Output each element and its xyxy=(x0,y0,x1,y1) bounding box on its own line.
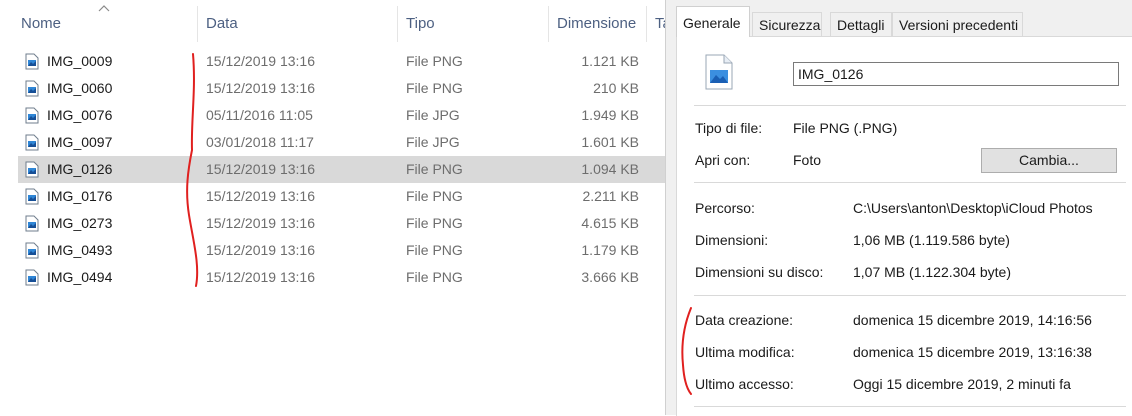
file-size: 1.601 KB xyxy=(581,134,639,150)
size-value: 1,06 MB (1.119.586 byte) xyxy=(853,232,1010,248)
column-header-row: Nome Data Tipo Dimensione Ta xyxy=(0,0,665,48)
change-app-button[interactable]: Cambia... xyxy=(981,148,1117,173)
column-divider[interactable] xyxy=(548,6,549,42)
png-file-icon xyxy=(25,53,39,70)
png-file-icon xyxy=(25,161,39,178)
file-name: IMG_0493 xyxy=(47,242,113,258)
file-row[interactable]: IMG_0097 03/01/2018 11:17 File JPG 1.601 KB xyxy=(18,129,665,156)
file-name: IMG_0176 xyxy=(47,188,113,204)
file-size: 1.949 KB xyxy=(581,107,639,123)
file-row[interactable]: IMG_0493 15/12/2019 13:16 File PNG 1.179 KB xyxy=(18,237,665,264)
column-divider[interactable] xyxy=(646,6,647,42)
modified-label: Ultima modifica: xyxy=(695,344,795,360)
file-size: 4.615 KB xyxy=(581,215,639,231)
tab-generale[interactable]: Generale xyxy=(676,6,750,37)
file-name: IMG_0097 xyxy=(47,134,113,150)
file-date: 15/12/2019 13:16 xyxy=(206,161,315,177)
file-row[interactable]: IMG_0009 15/12/2019 13:16 File PNG 1.121 KB xyxy=(18,48,665,75)
file-type: File JPG xyxy=(406,134,460,150)
file-name: IMG_0494 xyxy=(47,269,113,285)
file-date: 15/12/2019 13:16 xyxy=(206,80,315,96)
column-header-tags[interactable]: Ta xyxy=(655,15,665,32)
accessed-label: Ultimo accesso: xyxy=(695,376,794,392)
file-type: File PNG xyxy=(406,215,463,231)
file-size: 1.121 KB xyxy=(581,53,639,69)
file-name: IMG_0126 xyxy=(47,161,113,177)
properties-dialog: Generale Sicurezza Dettagli Versioni pre… xyxy=(665,0,1132,416)
tab-content-general: Tipo di file: File PNG (.PNG) Apri con: … xyxy=(676,36,1132,416)
created-value: domenica 15 dicembre 2019, 14:16:56 xyxy=(853,312,1092,328)
file-date: 15/12/2019 13:16 xyxy=(206,215,315,231)
open-with-label: Apri con: xyxy=(695,152,751,168)
file-date: 15/12/2019 13:16 xyxy=(206,188,315,204)
column-header-type[interactable]: Tipo xyxy=(406,15,435,32)
column-header-date[interactable]: Data xyxy=(206,15,238,32)
divider xyxy=(694,295,1126,296)
png-file-icon xyxy=(25,107,39,124)
path-value: C:\Users\anton\Desktop\iCloud Photos xyxy=(853,200,1093,216)
file-size: 210 KB xyxy=(593,80,639,96)
size-label: Dimensioni: xyxy=(695,232,769,248)
png-file-icon xyxy=(25,269,39,286)
file-name: IMG_0273 xyxy=(47,215,113,231)
annotation-bracket-attributes xyxy=(681,307,692,395)
file-size: 3.666 KB xyxy=(581,269,639,285)
column-divider[interactable] xyxy=(397,6,398,42)
file-list-view: Nome Data Tipo Dimensione Ta IMG_0009 15/… xyxy=(0,0,665,415)
png-file-icon xyxy=(25,80,39,97)
open-with-value: Foto xyxy=(793,152,822,168)
column-header-name[interactable]: Nome xyxy=(21,15,61,32)
file-row[interactable]: IMG_0126 15/12/2019 13:16 File PNG 1.094 KB xyxy=(18,156,665,183)
file-type-value: File PNG (.PNG) xyxy=(793,120,898,136)
divider xyxy=(694,182,1126,183)
filename-input[interactable] xyxy=(793,62,1119,86)
file-date: 05/11/2016 11:05 xyxy=(206,107,313,123)
file-type: File PNG xyxy=(406,161,463,177)
file-date: 15/12/2019 13:16 xyxy=(206,269,315,285)
file-name: IMG_0009 xyxy=(47,53,113,69)
file-type: File PNG xyxy=(406,188,463,204)
file-row[interactable]: IMG_0273 15/12/2019 13:16 File PNG 4.615 KB xyxy=(18,210,665,237)
file-size: 1.179 KB xyxy=(581,242,639,258)
file-size: 2.211 KB xyxy=(582,188,639,204)
png-file-icon xyxy=(25,215,39,232)
png-file-icon xyxy=(705,54,733,90)
tab-versioni-precedenti[interactable]: Versioni precedenti xyxy=(892,12,1023,36)
modified-value: domenica 15 dicembre 2019, 13:16:38 xyxy=(853,344,1092,360)
disk-size-label: Dimensioni su disco: xyxy=(695,264,824,280)
column-header-size[interactable]: Dimensione xyxy=(557,15,636,32)
divider xyxy=(694,406,1126,407)
sort-ascending-icon[interactable] xyxy=(97,2,111,14)
file-row[interactable]: IMG_0176 15/12/2019 13:16 File PNG 2.211 KB xyxy=(18,183,665,210)
accessed-value: Oggi 15 dicembre 2019, 2 minuti fa xyxy=(853,376,1071,392)
file-name: IMG_0076 xyxy=(47,107,113,123)
file-date: 15/12/2019 13:16 xyxy=(206,53,315,69)
file-row[interactable]: IMG_0494 15/12/2019 13:16 File PNG 3.666 KB xyxy=(18,264,665,291)
file-type: File PNG xyxy=(406,269,463,285)
tab-dettagli[interactable]: Dettagli xyxy=(830,12,892,36)
file-date: 03/01/2018 11:17 xyxy=(206,134,314,150)
file-type-label: Tipo di file: xyxy=(695,120,763,136)
divider xyxy=(694,105,1126,106)
file-row[interactable]: IMG_0076 05/11/2016 11:05 File JPG 1.949 KB xyxy=(18,102,665,129)
created-label: Data creazione: xyxy=(695,312,794,328)
file-type: File PNG xyxy=(406,242,463,258)
png-file-icon xyxy=(25,188,39,205)
png-file-icon xyxy=(25,242,39,259)
file-type: File PNG xyxy=(406,80,463,96)
file-type: File PNG xyxy=(406,53,463,69)
file-type: File JPG xyxy=(406,107,460,123)
column-divider[interactable] xyxy=(197,6,198,42)
file-name: IMG_0060 xyxy=(47,80,113,96)
path-label: Percorso: xyxy=(695,200,755,216)
file-date: 15/12/2019 13:16 xyxy=(206,242,315,258)
disk-size-value: 1,07 MB (1.122.304 byte) xyxy=(853,264,1011,280)
file-row[interactable]: IMG_0060 15/12/2019 13:16 File PNG 210 KB xyxy=(18,75,665,102)
file-size: 1.094 KB xyxy=(581,161,639,177)
tab-sicurezza[interactable]: Sicurezza xyxy=(752,12,822,36)
png-file-icon xyxy=(25,134,39,151)
